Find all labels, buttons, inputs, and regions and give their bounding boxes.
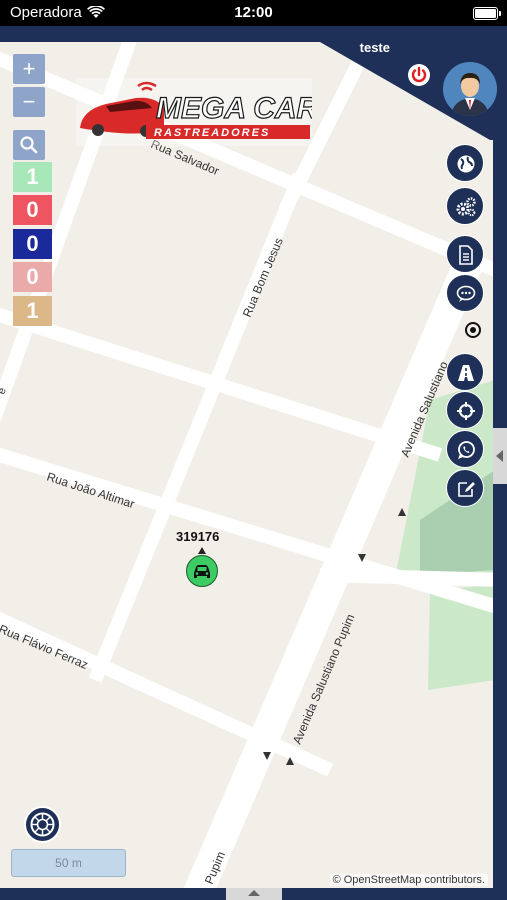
side-panel-handle[interactable]	[493, 428, 507, 484]
user-name: teste	[359, 40, 390, 55]
vehicle-label: 319176	[176, 529, 220, 544]
chat-icon	[456, 285, 476, 302]
globe-button[interactable]	[446, 144, 484, 182]
status-counter[interactable]: 1	[13, 296, 52, 326]
search-icon	[20, 136, 38, 154]
whatsapp-button[interactable]	[446, 430, 484, 468]
status-counter[interactable]: 0	[13, 229, 52, 259]
vehicle-direction-pointer	[198, 547, 206, 554]
map-layer-radio[interactable]	[465, 322, 481, 338]
bottom-panel-handle[interactable]	[226, 888, 282, 900]
map-view[interactable]: Rua Salvador Rua Bom Jesus Avenida Salus…	[0, 26, 507, 890]
battery-icon	[473, 7, 501, 20]
logo-brand: MEGA CAR	[156, 92, 312, 125]
user-icon	[443, 62, 497, 116]
zoom-in-button[interactable]: +	[13, 54, 45, 84]
logo-tagline: RASTREADORES	[154, 127, 270, 139]
crosshair-icon	[457, 402, 475, 420]
car-icon	[194, 565, 210, 578]
settings-button[interactable]	[446, 187, 484, 225]
globe-icon	[457, 155, 475, 173]
vehicle-marker[interactable]	[186, 555, 218, 587]
edit-button[interactable]	[446, 469, 484, 507]
status-counter[interactable]: 1	[13, 162, 52, 192]
search-button[interactable]	[13, 130, 45, 160]
avatar[interactable]	[441, 60, 499, 118]
map-scale: 50 m	[11, 849, 126, 877]
locate-button[interactable]	[446, 391, 484, 429]
zoom-out-button[interactable]: −	[13, 87, 45, 117]
status-counter[interactable]: 0	[13, 195, 52, 225]
route-button[interactable]	[446, 353, 484, 391]
road-icon	[458, 365, 474, 381]
map-tiles: Rua Salvador Rua Bom Jesus Avenida Salus…	[0, 36, 507, 890]
document-icon	[459, 245, 473, 265]
tire-icon	[30, 812, 55, 837]
chat-button[interactable]	[446, 274, 484, 312]
gears-icon	[456, 197, 476, 217]
report-button[interactable]	[446, 235, 484, 273]
power-icon[interactable]	[408, 64, 430, 86]
tire-button[interactable]	[24, 806, 61, 843]
edit-icon	[458, 482, 475, 497]
whatsapp-icon	[458, 441, 475, 459]
status-bar: Operadora 12:00	[0, 0, 507, 26]
status-counter[interactable]: 0	[13, 262, 52, 292]
logo: MEGA CAR RASTREADORES	[76, 78, 312, 146]
clock: 12:00	[234, 4, 273, 21]
map-attribution[interactable]: © OpenStreetMap contributors.	[329, 874, 488, 886]
